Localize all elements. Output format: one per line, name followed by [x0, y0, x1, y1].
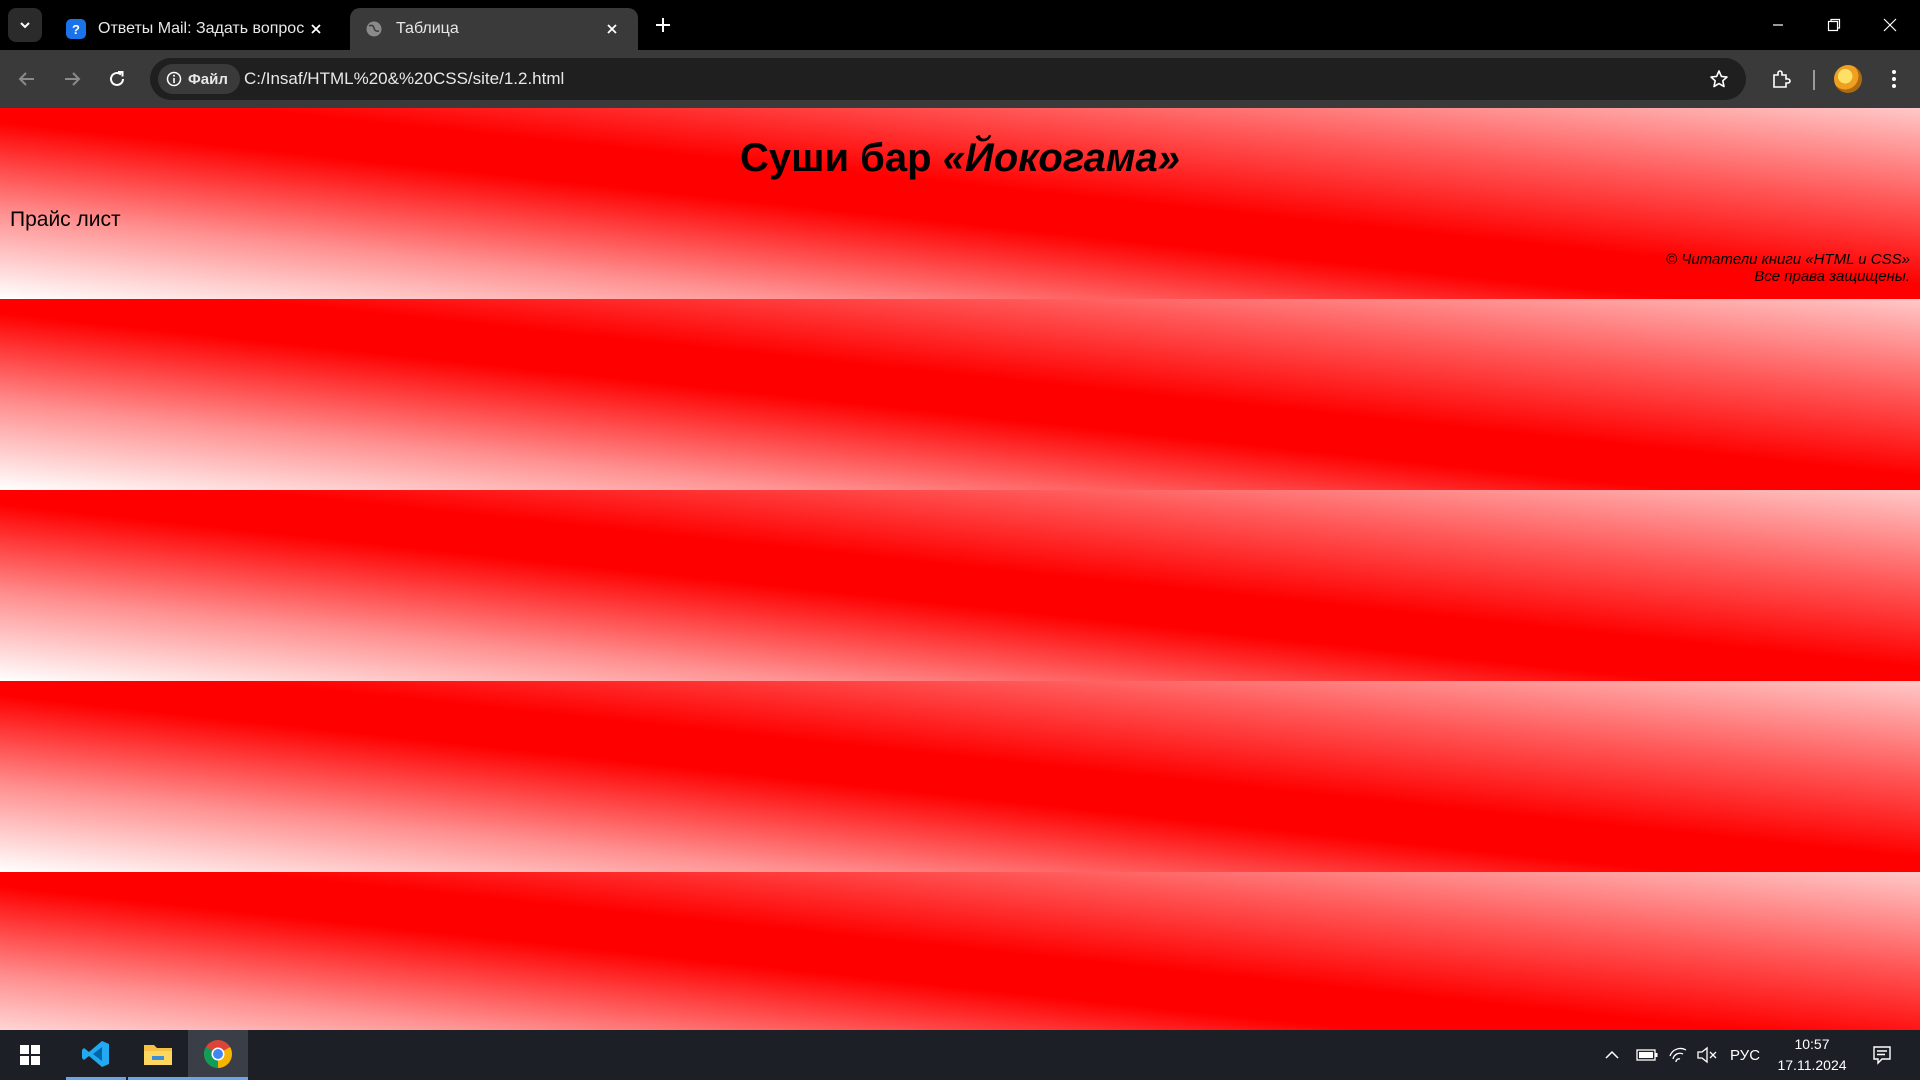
new-tab-button[interactable] — [648, 10, 678, 40]
price-list-label: Прайс лист — [10, 208, 121, 231]
forward-button[interactable] — [55, 62, 89, 96]
chevron-down-icon — [20, 22, 30, 29]
windows-icon — [20, 1045, 40, 1065]
extensions-button[interactable] — [1764, 62, 1798, 96]
file-explorer-taskbar-button[interactable] — [128, 1030, 188, 1080]
more-vertical-icon — [1892, 70, 1896, 88]
background-band — [0, 872, 1920, 1030]
start-button[interactable] — [0, 1030, 60, 1080]
reload-button[interactable] — [100, 62, 134, 96]
minimize-icon — [1773, 24, 1783, 26]
url-text[interactable]: C:/Insaf/HTML%20&%20CSS/site/1.2.html — [244, 58, 564, 100]
background-band — [0, 490, 1920, 681]
tab-table[interactable]: Таблица — [350, 8, 638, 50]
toolbar-divider — [1813, 70, 1815, 90]
rights-line: Все права защищены. — [1754, 268, 1910, 285]
back-button[interactable] — [10, 62, 44, 96]
restore-button[interactable] — [1806, 0, 1862, 50]
minimize-button[interactable] — [1750, 0, 1806, 50]
puzzle-icon — [1773, 70, 1791, 88]
system-clock[interactable]: 10:57 17.11.2024 — [1770, 1034, 1854, 1076]
volume-muted-icon — [1697, 1046, 1717, 1064]
tab-search-button[interactable] — [8, 8, 42, 42]
tray-overflow-button[interactable] — [1604, 1030, 1620, 1080]
info-icon — [166, 71, 182, 87]
clock-time: 10:57 — [1794, 1036, 1830, 1052]
star-icon — [1710, 70, 1728, 88]
battery-icon — [1636, 1049, 1658, 1061]
tab-title: Ответы Mail: Задать вопрос — [98, 20, 304, 37]
plus-icon — [656, 18, 670, 32]
tab-close-button[interactable] — [600, 17, 624, 41]
page-title-text: Суши бар — [740, 136, 943, 180]
close-icon — [1883, 18, 1897, 32]
arrow-left-icon — [18, 72, 34, 86]
chrome-taskbar-button[interactable] — [188, 1030, 248, 1080]
arrow-right-icon — [65, 72, 81, 86]
bookmark-button[interactable] — [1704, 64, 1734, 94]
copyright-notice: © Читатели книги «HTML и CSS» Все права … — [1666, 251, 1910, 285]
address-bar[interactable]: Файл C:/Insaf/HTML%20&%20CSS/site/1.2.ht… — [150, 58, 1746, 100]
close-icon — [607, 24, 617, 34]
vscode-icon — [82, 1040, 109, 1067]
network-indicator[interactable] — [1668, 1030, 1688, 1080]
close-window-button[interactable] — [1862, 0, 1918, 50]
browser-menu-button[interactable] — [1877, 62, 1911, 96]
folder-icon — [144, 1044, 172, 1065]
site-chip-label: Файл — [188, 70, 228, 88]
tab-mail-answers[interactable]: ? Ответы Mail: Задать вопрос — [52, 8, 342, 50]
close-icon — [311, 24, 321, 34]
tab-title: Таблица — [396, 20, 459, 37]
browser-toolbar: Файл C:/Insaf/HTML%20&%20CSS/site/1.2.ht… — [0, 50, 1920, 108]
wifi-icon — [1669, 1047, 1687, 1063]
vscode-taskbar-button[interactable] — [66, 1030, 126, 1080]
reload-icon — [110, 71, 124, 86]
page-title: Суши бар «Йокогама» — [0, 136, 1920, 181]
site-info-chip[interactable]: Файл — [158, 64, 240, 94]
notification-center-button[interactable] — [1862, 1030, 1902, 1080]
notification-icon — [1873, 1046, 1891, 1065]
profile-avatar[interactable] — [1834, 65, 1862, 93]
volume-indicator[interactable] — [1696, 1030, 1718, 1080]
restore-icon — [1827, 18, 1841, 32]
clock-date: 17.11.2024 — [1777, 1057, 1847, 1073]
tab-strip: ? Ответы Mail: Задать вопрос Таблица — [0, 0, 1920, 50]
taskbar: РУС 10:57 17.11.2024 — [0, 1030, 1920, 1080]
chevron-up-icon — [1605, 1050, 1619, 1059]
page-viewport: Суши бар «Йокогама» Прайс лист © Читател… — [0, 108, 1920, 1030]
globe-icon — [364, 19, 384, 39]
background-band — [0, 299, 1920, 490]
background-band — [0, 681, 1920, 872]
mail-answers-favicon-icon: ? — [66, 19, 86, 39]
chrome-icon — [204, 1039, 232, 1068]
tab-close-button[interactable] — [304, 17, 328, 41]
input-language[interactable]: РУС — [1730, 1030, 1760, 1080]
battery-indicator[interactable] — [1636, 1030, 1658, 1080]
page-title-brand: «Йокогама» — [942, 136, 1180, 180]
copyright-line: © Читатели книги «HTML и CSS» — [1666, 251, 1910, 268]
